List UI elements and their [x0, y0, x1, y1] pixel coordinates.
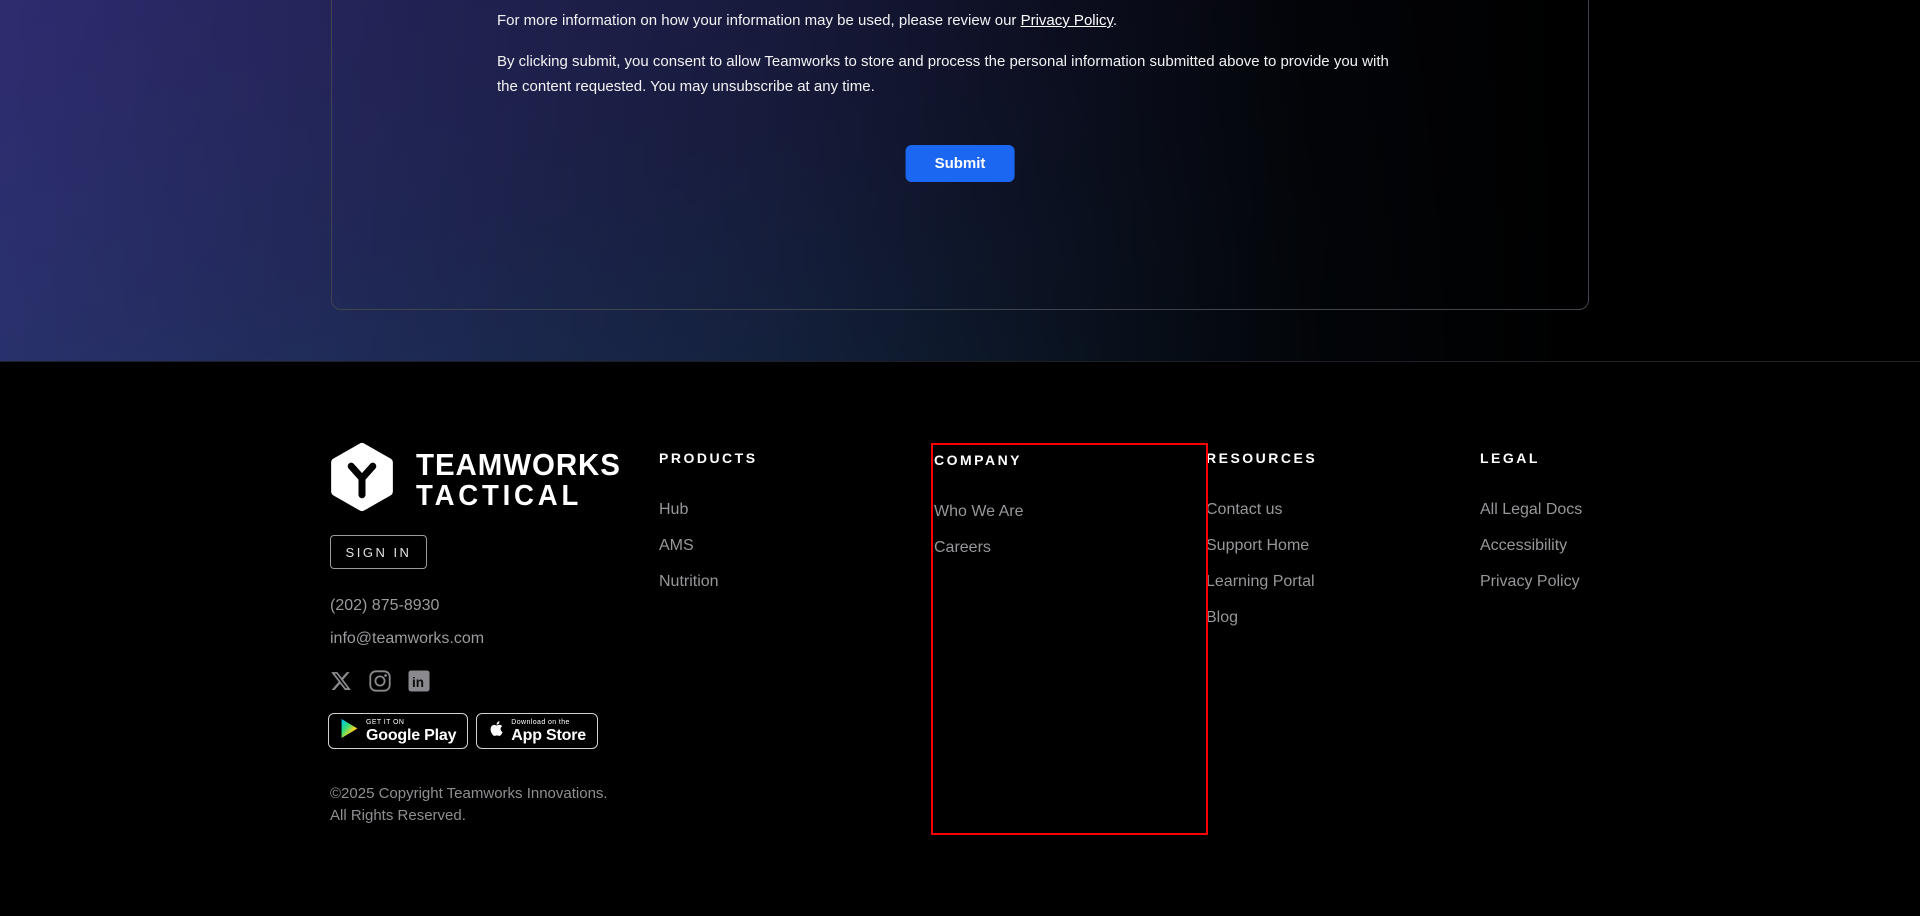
footer-link-learning-portal[interactable]: Learning Portal [1206, 572, 1436, 591]
privacy-info-prefix: For more information on how your informa… [497, 12, 1021, 29]
privacy-info-suffix: . [1113, 12, 1117, 29]
footer-column-title: RESOURCES [1206, 450, 1436, 466]
privacy-info-text: For more information on how your informa… [497, 11, 1397, 31]
footer-link-privacy-policy[interactable]: Privacy Policy [1480, 572, 1710, 591]
app-store-tagline: Download on the [511, 718, 586, 727]
footer-link-blog[interactable]: Blog [1206, 608, 1436, 627]
email-link[interactable]: info@teamworks.com [330, 630, 484, 648]
form-card: For more information on how your informa… [331, 0, 1589, 310]
consent-text: By clicking submit, you consent to allow… [497, 49, 1397, 99]
google-play-tagline: GET IT ON [366, 718, 456, 727]
footer-link-nutrition[interactable]: Nutrition [659, 572, 889, 591]
app-badges: GET IT ON Google Play Download on the Ap… [328, 713, 598, 749]
brand-name-line1: TEAMWORKS [416, 448, 621, 481]
privacy-policy-link[interactable]: Privacy Policy [1021, 12, 1113, 29]
linkedin-icon[interactable]: in [408, 670, 430, 692]
social-links: in [330, 670, 430, 692]
phone-link[interactable]: (202) 875-8930 [330, 597, 439, 615]
hexagon-logo-icon [330, 442, 394, 517]
footer-link-who-we-are[interactable]: Who We Are [934, 502, 1164, 521]
google-play-badge[interactable]: GET IT ON Google Play [328, 713, 468, 749]
footer-link-contact-us[interactable]: Contact us [1206, 500, 1436, 519]
page: For more information on how your informa… [0, 0, 1920, 916]
google-play-icon [340, 718, 359, 744]
x-twitter-icon[interactable] [330, 670, 352, 692]
copyright: ©2025 Copyright Teamworks Innovations. A… [330, 783, 608, 827]
svg-text:in: in [412, 675, 424, 690]
apple-icon [488, 719, 504, 743]
footer-column-legal: LEGAL All Legal Docs Accessibility Priva… [1480, 450, 1710, 608]
form-copy: For more information on how your informa… [497, 11, 1397, 99]
footer-column-resources: RESOURCES Contact us Support Home Learni… [1206, 450, 1436, 644]
brand-wordmark: TEAMWORKS TACTICAL [416, 448, 621, 512]
form-section: For more information on how your informa… [0, 0, 1920, 362]
instagram-icon[interactable] [369, 670, 391, 692]
app-store-badge[interactable]: Download on the App Store [476, 713, 598, 749]
footer-link-hub[interactable]: Hub [659, 500, 889, 519]
submit-button[interactable]: Submit [906, 145, 1015, 182]
footer-column-products: PRODUCTS Hub AMS Nutrition [659, 450, 889, 608]
footer-link-careers[interactable]: Careers [934, 538, 1164, 557]
copyright-line1: ©2025 Copyright Teamworks Innovations. [330, 783, 608, 805]
footer-link-all-legal-docs[interactable]: All Legal Docs [1480, 500, 1710, 519]
footer-column-company: COMPANY Who We Are Careers [934, 452, 1164, 574]
sign-in-button[interactable]: SIGN IN [330, 535, 427, 569]
footer-column-title: LEGAL [1480, 450, 1710, 466]
copyright-line2: All Rights Reserved. [330, 805, 608, 827]
footer-link-accessibility[interactable]: Accessibility [1480, 536, 1710, 555]
google-play-label: Google Play [366, 727, 456, 744]
brand-logo[interactable]: TEAMWORKS TACTICAL [330, 442, 632, 517]
brand-name-line2: TACTICAL [416, 481, 621, 512]
footer-link-support-home[interactable]: Support Home [1206, 536, 1436, 555]
footer-column-title: COMPANY [934, 452, 1164, 468]
footer: TEAMWORKS TACTICAL SIGN IN (202) 875-893… [0, 362, 1920, 916]
app-store-label: App Store [511, 727, 586, 744]
footer-link-ams[interactable]: AMS [659, 536, 889, 555]
footer-column-title: PRODUCTS [659, 450, 889, 466]
